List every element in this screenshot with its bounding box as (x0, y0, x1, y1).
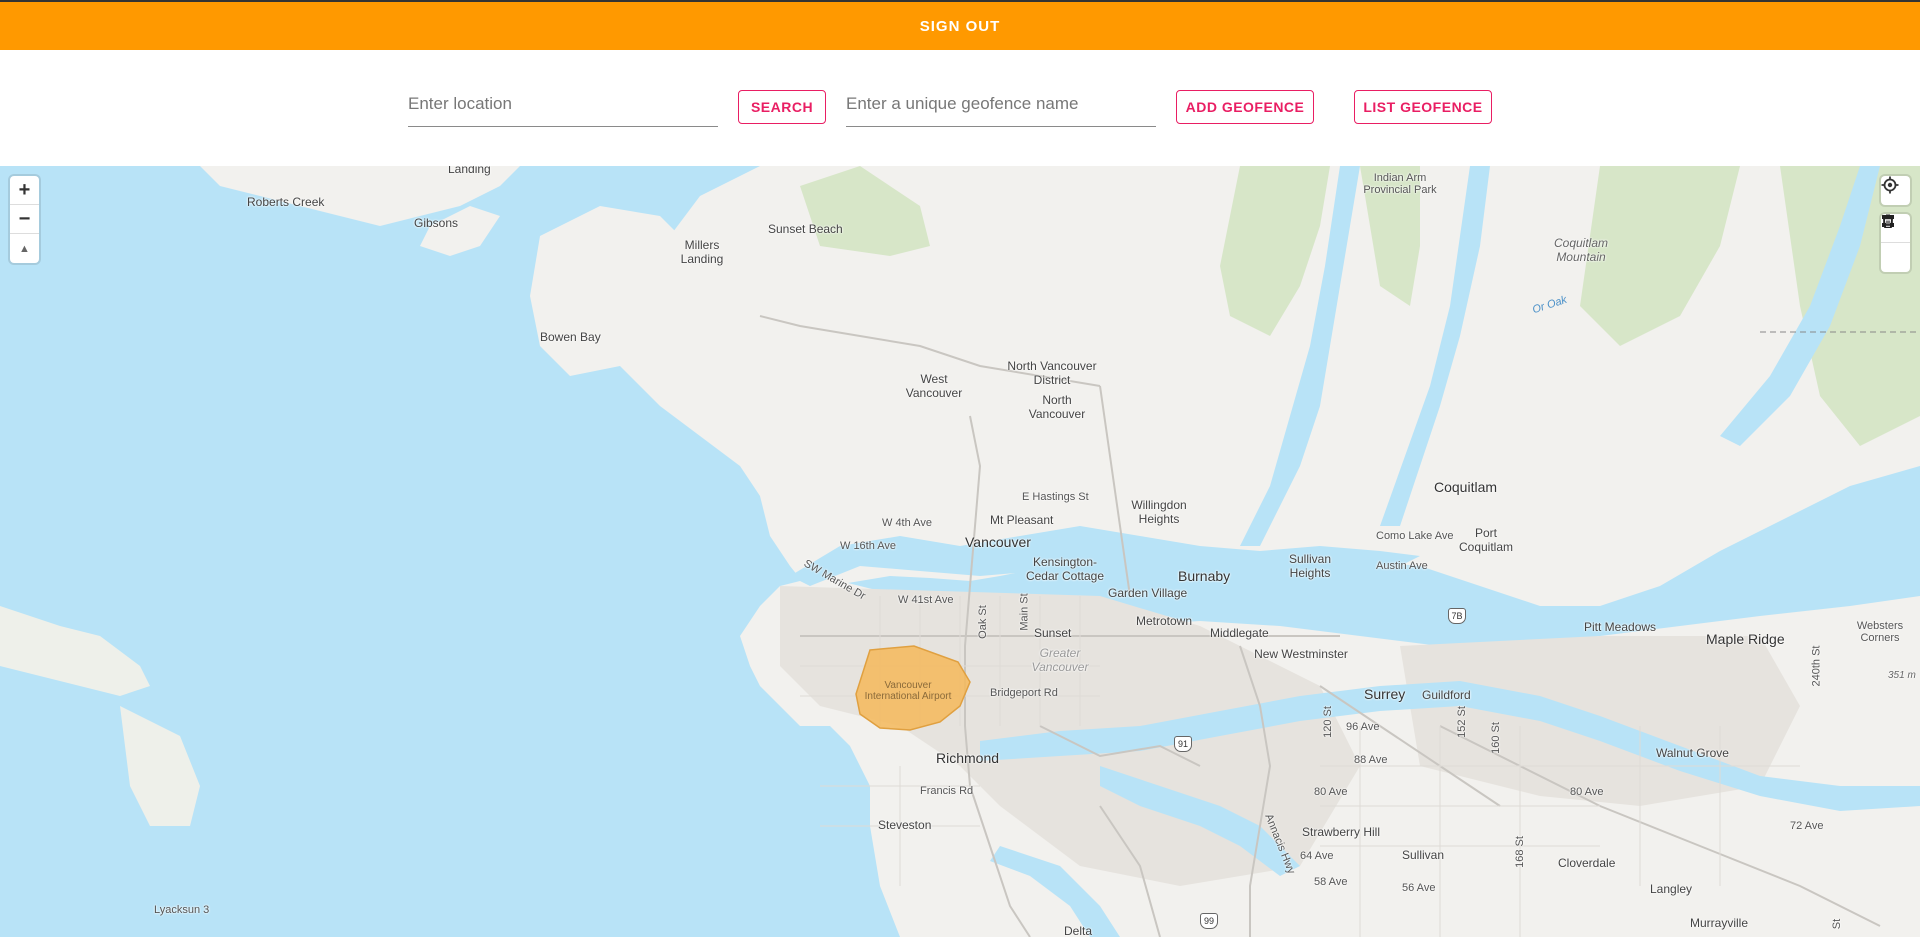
sign-out-button[interactable]: SIGN OUT (920, 18, 1001, 35)
place-label: Richmond (936, 750, 1000, 766)
street-label: W 16th Ave (840, 540, 897, 552)
region-label: Greater Vancouver (1031, 646, 1089, 674)
place-label: Mt Pleasant (990, 513, 1054, 527)
geolocate-button[interactable] (1881, 176, 1910, 205)
place-label: Sunset (1034, 626, 1072, 640)
street-label: 120 St (1321, 706, 1334, 738)
place-label: New Westminster (1254, 647, 1348, 661)
zoom-in-button[interactable]: + (10, 176, 39, 205)
street-label: Francis Rd (920, 785, 974, 797)
place-label: Murrayville (1690, 916, 1749, 930)
place-label: West Vancouver (905, 372, 963, 400)
place-label: Port Coquitlam (1458, 526, 1514, 554)
zoom-controls: + − ▲ (10, 176, 39, 263)
place-label: Strawberry Hill (1302, 825, 1381, 839)
geofence-name-input[interactable] (846, 84, 1156, 124)
place-label: Steveston (878, 818, 932, 832)
trash-icon (1883, 214, 1893, 228)
place-label: Guildford (1422, 688, 1471, 702)
street-label: Main St (1018, 593, 1031, 631)
place-label: Roberts Creek (247, 195, 325, 209)
place-label: Websters Corners (1856, 620, 1904, 644)
list-geofence-button[interactable]: LIST GEOFENCE (1354, 90, 1492, 124)
peak-label: Coquitlam Mountain (1553, 236, 1609, 264)
street-label: E Hastings St (1022, 491, 1089, 503)
zoom-out-button[interactable]: − (10, 205, 39, 234)
street-label: Austin Ave (1376, 560, 1428, 572)
place-label: Cloverdale (1558, 856, 1616, 870)
place-label: Kensington-Cedar Cottage (1025, 555, 1105, 583)
street-label: W 41st Ave (898, 594, 954, 606)
place-label: Vancouver (965, 534, 1031, 550)
map-canvas[interactable]: Landing Roberts Creek Gibsons Sunset Bea… (0, 166, 1920, 937)
street-label: 56 Ave (1402, 882, 1436, 894)
search-button[interactable]: SEARCH (738, 90, 826, 124)
elevation-label: 351 m (1888, 670, 1916, 681)
street-label: 240th St (1810, 645, 1823, 687)
street-label: 152 St (1455, 706, 1468, 738)
street-label: Bridgeport Rd (990, 687, 1058, 699)
place-label: Surrey (1364, 686, 1406, 702)
street-label: Oak St (976, 605, 989, 639)
street-label: 80 Ave (1314, 786, 1348, 798)
place-label: Burnaby (1178, 568, 1231, 584)
place-label: Bowen Bay (540, 330, 601, 344)
street-label: 64 Ave (1300, 850, 1334, 862)
place-label: Maple Ridge (1706, 631, 1785, 647)
street-label: Como Lake Ave (1376, 530, 1454, 542)
park-label: Indian Arm Provincial Park (1363, 172, 1437, 196)
location-field (408, 82, 718, 127)
place-label: Willingdon Heights (1131, 498, 1187, 526)
place-label: Delta (1064, 924, 1093, 937)
place-label: Sunset Beach (768, 222, 843, 236)
compass-button[interactable]: ▲ (10, 234, 39, 263)
place-label: Garden Village (1108, 586, 1188, 600)
place-label: Gibsons (414, 216, 459, 230)
street-label: 96 Ave (1346, 721, 1380, 733)
highway-shield: 99 (1200, 913, 1218, 929)
add-geofence-button[interactable]: ADD GEOFENCE (1176, 90, 1314, 124)
place-label: Pitt Meadows (1584, 620, 1657, 634)
place-label: Lyacksun 3 (154, 904, 210, 916)
highway-shield: 7B (1448, 608, 1466, 624)
crosshair-icon (1881, 176, 1899, 194)
place-label: Metrotown (1136, 614, 1193, 628)
place-label: North Vancouver (1028, 393, 1086, 421)
street-label: 168 St (1513, 836, 1526, 868)
highway-shield: 91 (1174, 736, 1192, 752)
street-label: 80 Ave (1570, 786, 1604, 798)
place-label: Sullivan (1402, 848, 1445, 862)
place-label: Middlegate (1210, 626, 1269, 640)
street-label: 72 Ave (1790, 820, 1824, 832)
street-label: W 4th Ave (882, 517, 932, 529)
geolocate-control (1881, 176, 1910, 205)
street-label: 160 St (1489, 722, 1502, 754)
place-label: North Vancouver District (1007, 359, 1097, 387)
top-app-bar: SIGN OUT (0, 0, 1920, 50)
place-label: Walnut Grove (1656, 746, 1729, 760)
delete-shape-button[interactable] (1881, 214, 1910, 272)
geofence-name-field (846, 82, 1156, 127)
place-label: Millers Landing (680, 238, 724, 266)
place-label: Langley (1650, 882, 1693, 896)
geofence-label: Vancouver International Airport (864, 680, 952, 702)
street-label: St (1831, 918, 1844, 930)
place-label: Sullivan Heights (1288, 552, 1332, 580)
street-label: 88 Ave (1354, 754, 1388, 766)
draw-controls (1881, 214, 1910, 272)
place-label: Coquitlam (1434, 479, 1498, 495)
location-input[interactable] (408, 84, 718, 124)
place-label: Landing (448, 166, 491, 176)
street-label: 58 Ave (1314, 876, 1348, 888)
map-basemap (0, 166, 1920, 937)
geofence-toolbar: SEARCH ADD GEOFENCE LIST GEOFENCE (0, 50, 1920, 166)
